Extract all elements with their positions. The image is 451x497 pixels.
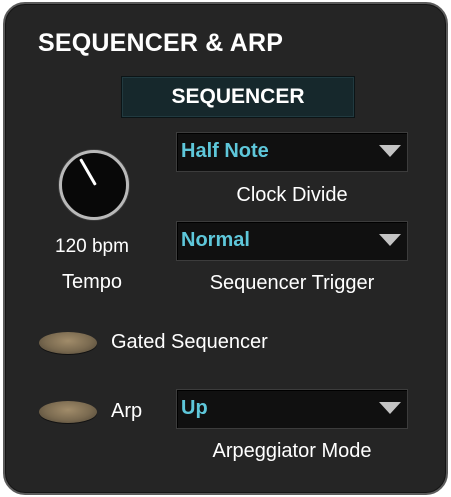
clock-divide-caption: Clock Divide [236, 184, 348, 206]
arpeggiator-mode-dropdown[interactable]: Up [176, 389, 408, 429]
tempo-knob[interactable] [59, 150, 129, 220]
knob-pointer [79, 158, 97, 186]
arpeggiator-mode-caption: Arpeggiator Mode [212, 440, 372, 462]
sequencer-trigger-dropdown[interactable]: Normal [176, 221, 408, 261]
sequencer-trigger-caption: Sequencer Trigger [209, 272, 375, 294]
chevron-down-icon [379, 145, 401, 157]
arp-toggle[interactable] [39, 401, 97, 423]
chevron-down-icon [379, 402, 401, 414]
sequencer-button[interactable]: SEQUENCER [121, 76, 355, 118]
sequencer-trigger-selected: Normal [181, 229, 250, 251]
chevron-down-icon [379, 234, 401, 246]
gated-sequencer-toggle[interactable] [39, 332, 97, 354]
tempo-caption: Tempo [61, 271, 123, 293]
arp-label: Arp [111, 400, 143, 422]
panel-title: SEQUENCER & ARP [38, 29, 284, 57]
sequencer-arp-panel: SEQUENCER & ARP SEQUENCER 120 bpm Tempo … [3, 2, 448, 495]
gated-sequencer-label: Gated Sequencer [111, 331, 268, 353]
clock-divide-dropdown[interactable]: Half Note [176, 132, 408, 172]
arpeggiator-mode-selected: Up [181, 397, 208, 419]
clock-divide-selected: Half Note [181, 140, 269, 162]
tempo-value-label: 120 bpm [55, 236, 129, 257]
